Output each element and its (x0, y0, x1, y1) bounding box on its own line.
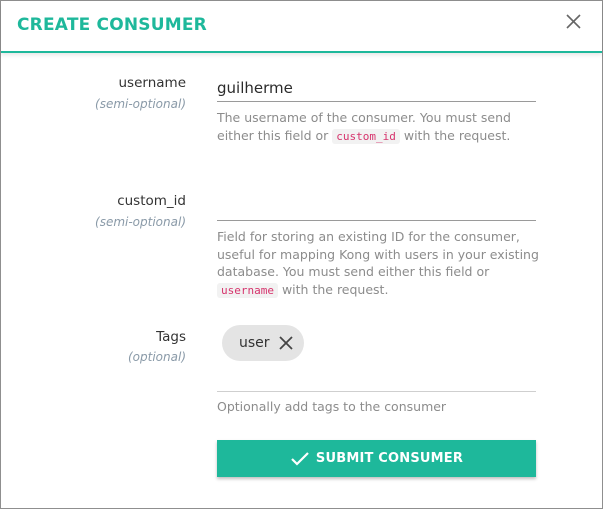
tags-help: Optionally add tags to the consumer (217, 399, 447, 414)
modal-header: CREATE CONSUMER (1, 1, 602, 53)
tag-chip: user (222, 325, 304, 361)
custom-id-help: Field for storing an existing ID for the… (217, 228, 547, 299)
username-help: The username of the consumer. You must s… (217, 109, 547, 145)
custom-id-help-code: username (217, 282, 278, 298)
create-consumer-modal: CREATE CONSUMER username (semi-optional)… (0, 0, 603, 509)
custom-id-help-text: Field for storing an existing ID for the… (217, 229, 539, 279)
username-help-text-end: with the request. (399, 127, 511, 143)
custom-id-label: custom_id (117, 193, 186, 209)
username-help-code: custom_id (332, 128, 400, 144)
close-icon[interactable] (278, 335, 294, 351)
modal-title: CREATE CONSUMER (17, 15, 207, 35)
tags-input[interactable]: user (217, 321, 536, 392)
custom-id-input[interactable] (217, 193, 536, 221)
checkmark-icon (291, 451, 309, 466)
close-icon (566, 14, 581, 29)
tags-sublabel: (optional) (128, 350, 186, 364)
submit-label: SUBMIT CONSUMER (315, 451, 464, 466)
username-input[interactable] (217, 74, 536, 102)
custom-id-sublabel: (semi-optional) (95, 215, 186, 229)
close-button[interactable] (564, 11, 584, 33)
tags-label: Tags (156, 329, 186, 345)
username-sublabel: (semi-optional) (95, 97, 186, 111)
username-label: username (118, 75, 187, 91)
custom-id-help-text-end: with the request. (277, 281, 389, 297)
tag-label: user (239, 335, 270, 351)
submit-consumer-button[interactable]: SUBMIT CONSUMER (217, 440, 536, 477)
